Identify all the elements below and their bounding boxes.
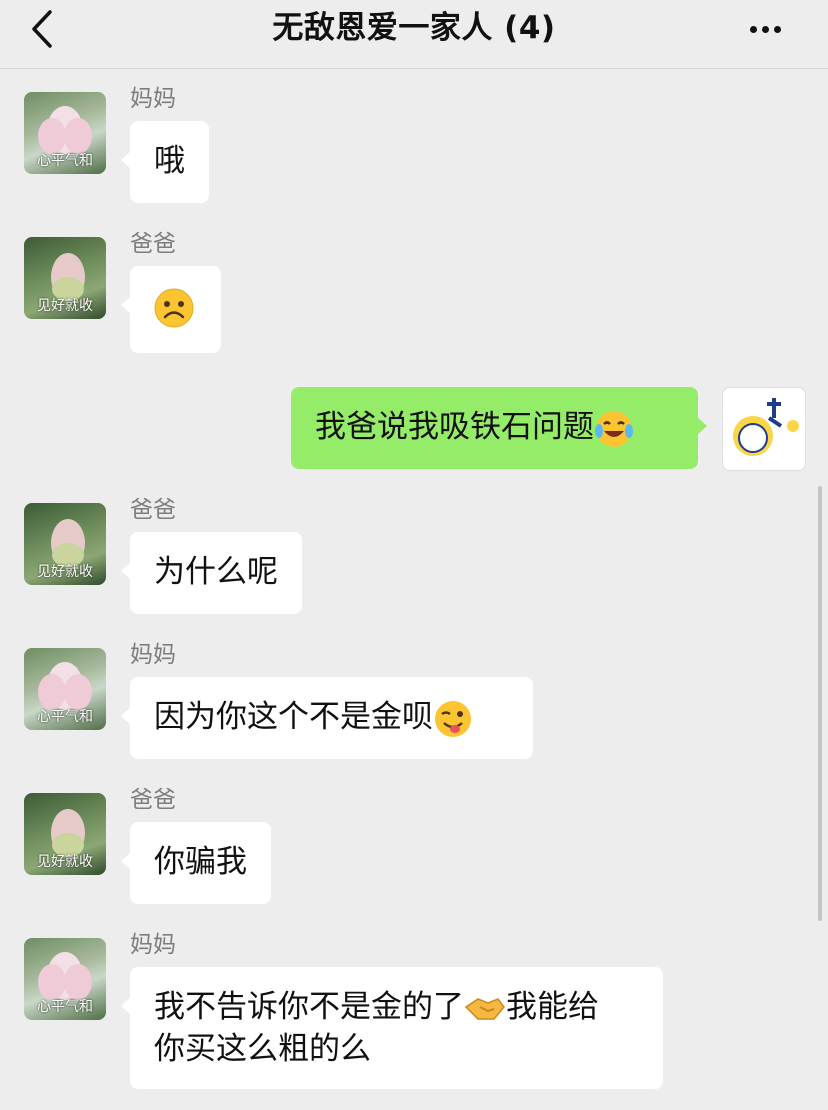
avatar-dad[interactable]: 见好就收 bbox=[24, 503, 106, 585]
sad-face-emoji-icon bbox=[154, 288, 194, 327]
message-bubble[interactable] bbox=[121, 266, 221, 353]
more-dots-icon bbox=[750, 26, 757, 33]
message-text: 为什么呢 bbox=[154, 554, 278, 590]
sender-name: 妈妈 bbox=[130, 86, 176, 112]
message-bubble[interactable]: 我不告诉你不是金的了 我能给 你买这么粗的么 bbox=[121, 967, 663, 1089]
laugh-cry-emoji-icon bbox=[595, 410, 633, 447]
avatar-caption: 见好就收 bbox=[37, 854, 93, 870]
avatar-caption: 见好就收 bbox=[37, 298, 93, 314]
avatar-mom[interactable]: 心平气和 bbox=[24, 938, 106, 1020]
my-message-bubble[interactable]: 我爸说我吸铁石问题 bbox=[291, 387, 707, 469]
avatar-dad[interactable]: 见好就收 bbox=[24, 237, 106, 319]
message-bubble[interactable]: 为什么呢 bbox=[121, 532, 302, 614]
message-bubble[interactable]: 你骗我 bbox=[121, 822, 271, 904]
avatar-mom[interactable]: 心平气和 bbox=[24, 92, 106, 174]
scrollbar[interactable] bbox=[818, 486, 822, 921]
avatar-caption: 心平气和 bbox=[37, 999, 93, 1015]
message-text: 因为你这个不是金呗 bbox=[154, 699, 433, 735]
avatar-caption: 心平气和 bbox=[37, 153, 93, 169]
sender-name: 妈妈 bbox=[130, 932, 176, 958]
message-text: 我能给 bbox=[506, 989, 599, 1025]
avatar-dad[interactable]: 见好就收 bbox=[24, 793, 106, 875]
more-options-button[interactable] bbox=[750, 18, 790, 38]
message-text: 你骗我 bbox=[154, 844, 247, 880]
avatar-caption: 心平气和 bbox=[37, 709, 93, 725]
wink-tongue-emoji-icon bbox=[435, 700, 471, 737]
sender-name: 妈妈 bbox=[130, 642, 176, 668]
chat-title: 无敌恩爱一家人 (4) bbox=[272, 10, 556, 46]
sender-name: 爸爸 bbox=[130, 231, 176, 257]
sender-name: 爸爸 bbox=[130, 497, 176, 523]
handshake-emoji-icon bbox=[464, 997, 505, 1020]
avatar-me[interactable] bbox=[722, 387, 806, 471]
avatar-caption: 见好就收 bbox=[37, 564, 93, 580]
message-bubble[interactable]: 哦 bbox=[121, 121, 209, 203]
chat-header: 无敌恩爱一家人 (4) bbox=[0, 0, 828, 69]
message-text: 你买这么粗的么 bbox=[154, 1031, 371, 1067]
sender-name: 爸爸 bbox=[130, 787, 176, 813]
message-text: 我爸说我吸铁石问题 bbox=[315, 409, 594, 445]
duck-sticker-icon bbox=[733, 398, 799, 456]
message-bubble[interactable]: 因为你这个不是金呗 bbox=[121, 677, 533, 759]
message-text: 哦 bbox=[154, 143, 185, 179]
avatar-mom[interactable]: 心平气和 bbox=[24, 648, 106, 730]
message-text: 我不告诉你不是金的了 bbox=[154, 989, 464, 1025]
